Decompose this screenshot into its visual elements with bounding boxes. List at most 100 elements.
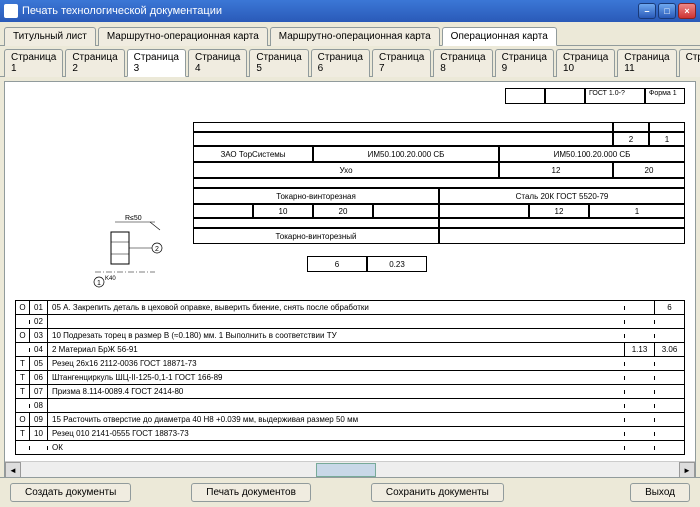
footer-toolbar: Создать документы Печать документов Сохр… <box>0 477 700 507</box>
partname-cell: Ухо <box>193 162 499 178</box>
op-text: 10 Подрезать торец в размер В (≈0.180) м… <box>48 329 624 342</box>
eq2b: 1 <box>589 204 685 218</box>
tab-page-7[interactable]: Страница 7 <box>372 49 431 77</box>
op-num: 03 <box>30 329 48 342</box>
op-num: 08 <box>30 399 48 412</box>
t-a: 6 <box>307 256 367 272</box>
op-row: Т10Резец 010 2141-0555 ГОСТ 18873-73 <box>16 426 684 440</box>
op-row: 042 Материал БрЖ 56-911.133.06 <box>16 342 684 356</box>
horizontal-scrollbar[interactable]: ◄ ► <box>5 461 695 477</box>
tab-page-6[interactable]: Страница 6 <box>311 49 370 77</box>
eq-blank <box>373 204 439 218</box>
company-cell: ЗАО ТорСистемы <box>193 146 313 162</box>
hdr-blank <box>649 122 685 132</box>
operation-list: О0105 А. Закрепить деталь в цеховой опра… <box>15 300 685 455</box>
eq1a: 10 <box>253 204 313 218</box>
operation-card-sheet: ГОСТ 1.0-? Форма 1 2 1 ЗАО ТорСистемы ИМ… <box>5 82 695 461</box>
op-type: Т <box>16 427 30 440</box>
maximize-button[interactable]: □ <box>658 3 676 19</box>
exit-button[interactable]: Выход <box>630 483 690 502</box>
op-n2 <box>654 446 684 450</box>
equip-blank <box>439 228 685 244</box>
op-num: 10 <box>30 427 48 440</box>
op-text <box>48 404 624 408</box>
scroll-right-icon[interactable]: ► <box>679 462 695 478</box>
tab-page-10[interactable]: Страница 10 <box>556 49 615 77</box>
op-text: Штангенциркуль ШЦ-II-125-0,1-1 ГОСТ 166-… <box>48 371 624 384</box>
tab-page-3[interactable]: Страница 3 <box>127 49 186 77</box>
save-docs-button[interactable]: Сохранить документы <box>371 483 504 502</box>
hdr-gost: ГОСТ 1.0-? <box>585 88 645 104</box>
svg-text:K40: K40 <box>105 276 116 282</box>
tab-page-1[interactable]: Страница 1 <box>4 49 63 77</box>
tab-page-2[interactable]: Страница 2 <box>65 49 124 77</box>
op-n2 <box>654 432 684 436</box>
partno-b: ИМ50.100.20.000 СБ <box>499 146 685 162</box>
op-type <box>16 320 30 324</box>
page-num-a: 2 <box>613 132 649 146</box>
op-text <box>48 320 624 324</box>
op-type <box>16 348 30 352</box>
op-num: 05 <box>30 357 48 370</box>
dim-r: R≤50 <box>125 215 142 222</box>
op-n1 <box>624 446 654 450</box>
op-num: 06 <box>30 371 48 384</box>
op-n1 <box>624 362 654 366</box>
op-num: 01 <box>30 301 48 314</box>
op-text: Призма 8.114-0089.4 ГОСТ 2414-80 <box>48 385 624 398</box>
op-type: О <box>16 301 30 314</box>
tab-page-4[interactable]: Страница 4 <box>188 49 247 77</box>
document-viewport[interactable]: ГОСТ 1.0-? Форма 1 2 1 ЗАО ТорСистемы ИМ… <box>4 81 696 493</box>
hdr-blank <box>193 132 613 146</box>
tab-page-9[interactable]: Страница 9 <box>495 49 554 77</box>
op-n1 <box>624 306 654 310</box>
main-tabs: Титульный лист Маршрутно-операционная ка… <box>0 22 700 46</box>
op-row: 08 <box>16 398 684 412</box>
tab-operation-card[interactable]: Операционная карта <box>442 27 557 46</box>
op-num <box>30 446 48 450</box>
op-row: О0105 А. Закрепить деталь в цеховой опра… <box>16 300 684 314</box>
op-n1 <box>624 390 654 394</box>
eq1b: 20 <box>313 204 373 218</box>
close-button[interactable]: × <box>678 3 696 19</box>
hdr-small <box>505 88 545 104</box>
tab-page-8[interactable]: Страница 8 <box>433 49 492 77</box>
tab-route-op-1[interactable]: Маршрутно-операционная карта <box>98 27 268 46</box>
op-n2 <box>654 418 684 422</box>
op-row: Т05Резец 26х16 2112-0036 ГОСТ 18871-73 <box>16 356 684 370</box>
tab-route-op-2[interactable]: Маршрутно-операционная карта <box>270 27 440 46</box>
tab-title-sheet[interactable]: Титульный лист <box>4 27 96 46</box>
op-text: Резец 26х16 2112-0036 ГОСТ 18871-73 <box>48 357 624 370</box>
equip: Токарно-винторезный <box>193 228 439 244</box>
material: Сталь 20К ГОСТ 5520-79 <box>439 188 685 204</box>
op-num: 07 <box>30 385 48 398</box>
subhdr <box>193 178 685 188</box>
op-row: Т07Призма 8.114-0089.4 ГОСТ 2414-80 <box>16 384 684 398</box>
print-docs-button[interactable]: Печать документов <box>191 483 311 502</box>
minimize-button[interactable]: – <box>638 3 656 19</box>
op-n2 <box>654 334 684 338</box>
op-n1 <box>624 404 654 408</box>
window-title: Печать технологической документации <box>22 5 222 17</box>
op-n1 <box>624 432 654 436</box>
scroll-left-icon[interactable]: ◄ <box>5 462 21 478</box>
app-icon <box>4 4 18 18</box>
op-n2 <box>654 362 684 366</box>
op-row: Т06Штангенциркуль ШЦ-II-125-0,1-1 ГОСТ 1… <box>16 370 684 384</box>
hdr-blank <box>193 122 613 132</box>
op-type <box>16 446 30 450</box>
tab-page-5[interactable]: Страница 5 <box>249 49 308 77</box>
tab-page-truncated[interactable]: Страни <box>679 49 700 77</box>
op-text: ОК <box>48 441 624 454</box>
tab-page-11[interactable]: Страница 11 <box>617 49 676 77</box>
op-n2 <box>654 404 684 408</box>
op-num: 04 <box>30 343 48 356</box>
op-row: О0915 Расточить отверстие до диаметра 40… <box>16 412 684 426</box>
scroll-thumb[interactable] <box>316 463 376 477</box>
op-n1 <box>624 320 654 324</box>
op-n1: 1.13 <box>624 343 654 356</box>
titlebar: Печать технологической документации – □ … <box>0 0 700 22</box>
op-n2 <box>654 320 684 324</box>
create-docs-button[interactable]: Создать документы <box>10 483 131 502</box>
t-b: 0.23 <box>367 256 427 272</box>
